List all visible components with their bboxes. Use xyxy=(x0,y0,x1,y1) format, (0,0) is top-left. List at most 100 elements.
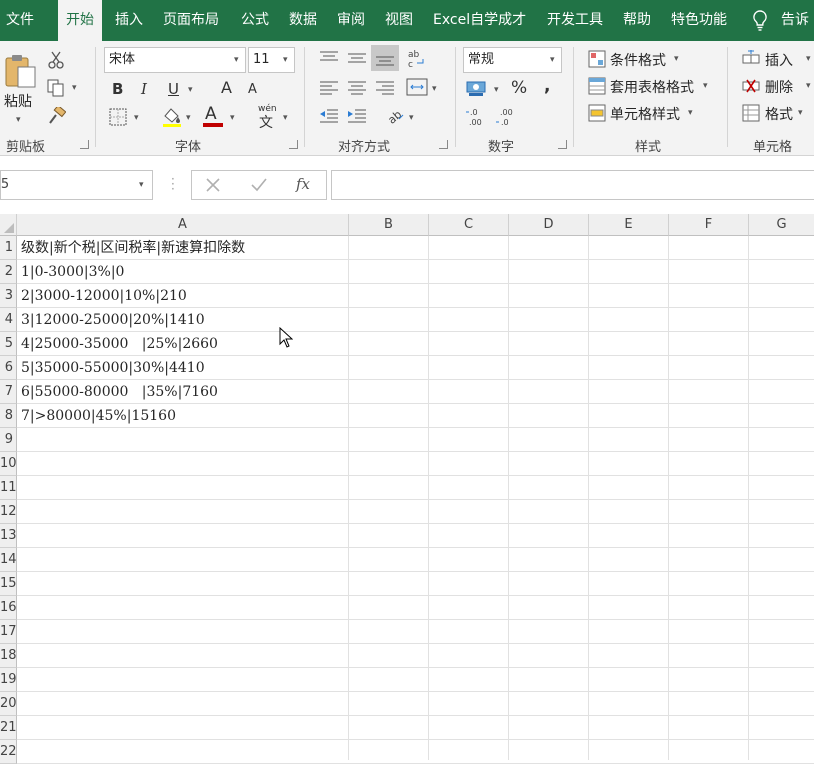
number-format-dropdown-icon[interactable]: ▾ xyxy=(550,55,555,65)
align-left-icon[interactable] xyxy=(319,81,339,99)
row-header[interactable]: 9 xyxy=(0,428,17,452)
row-header[interactable]: 8 xyxy=(0,404,17,428)
grow-font-button[interactable]: A xyxy=(221,79,232,97)
menu-home[interactable]: 开始 xyxy=(58,0,102,41)
insert-cells-button[interactable]: 插入 xyxy=(765,50,793,70)
fill-color-icon[interactable] xyxy=(161,106,183,132)
delete-cells-button[interactable]: 删除 xyxy=(765,77,793,97)
border-dropdown-icon[interactable]: ▾ xyxy=(134,113,139,123)
copy-dropdown-icon[interactable]: ▾ xyxy=(72,83,77,93)
conditional-format-dropdown-icon[interactable]: ▾ xyxy=(674,54,679,64)
cell-styles-button[interactable]: 单元格样式 xyxy=(610,104,680,124)
delete-cells-dropdown-icon[interactable]: ▾ xyxy=(806,81,811,91)
phonetic-label[interactable]: 文 xyxy=(259,114,273,132)
paste-icon[interactable] xyxy=(4,53,38,93)
font-name-dropdown-icon[interactable]: ▾ xyxy=(234,55,239,65)
decrease-indent-icon[interactable] xyxy=(319,108,339,128)
insert-function-button[interactable]: fx xyxy=(296,175,310,193)
delete-cells-icon[interactable] xyxy=(742,77,760,99)
font-color-dropdown-icon[interactable]: ▾ xyxy=(230,113,235,123)
select-all-corner[interactable] xyxy=(0,214,17,236)
merge-dropdown-icon[interactable]: ▾ xyxy=(432,84,437,94)
underline-dropdown-icon[interactable]: ▾ xyxy=(188,85,193,95)
cell-a[interactable]: 2|3000-12000|10%|210 xyxy=(21,284,187,308)
menu-review[interactable]: 审阅 xyxy=(337,0,365,41)
row-header[interactable]: 14 xyxy=(0,548,17,572)
row-header[interactable]: 12 xyxy=(0,500,17,524)
column-header-c[interactable]: C xyxy=(429,214,509,236)
menu-excel-custom[interactable]: Excel自学成才 xyxy=(433,0,526,41)
currency-icon[interactable] xyxy=(466,79,488,101)
cut-icon[interactable] xyxy=(47,51,65,73)
menu-special[interactable]: 特色功能 xyxy=(671,0,727,41)
menu-insert[interactable]: 插入 xyxy=(115,0,143,41)
menu-tell-me[interactable]: 告诉 xyxy=(781,0,809,41)
row-header[interactable]: 10 xyxy=(0,452,17,476)
row-header[interactable]: 6 xyxy=(0,356,17,380)
row-header[interactable]: 20 xyxy=(0,692,17,716)
row-header[interactable]: 17 xyxy=(0,620,17,644)
row-header[interactable]: 2 xyxy=(0,260,17,284)
italic-button[interactable]: I xyxy=(141,80,147,98)
underline-button[interactable]: U xyxy=(168,80,179,98)
align-bottom-icon[interactable] xyxy=(371,45,399,71)
font-size-dropdown-icon[interactable]: ▾ xyxy=(283,55,288,65)
format-cells-icon[interactable] xyxy=(742,104,760,126)
menu-data[interactable]: 数据 xyxy=(289,0,317,41)
paste-dropdown-icon[interactable]: ▾ xyxy=(16,115,21,125)
column-header-e[interactable]: E xyxy=(589,214,669,236)
paste-button[interactable]: 粘贴 xyxy=(4,91,32,111)
border-icon[interactable] xyxy=(109,108,127,130)
menu-developer[interactable]: 开发工具 xyxy=(547,0,603,41)
number-launcher-icon[interactable] xyxy=(558,140,567,149)
align-top-icon[interactable] xyxy=(319,50,339,70)
cell-styles-icon[interactable] xyxy=(588,104,606,126)
format-cells-button[interactable]: 格式 xyxy=(765,104,793,124)
cell-a[interactable]: 5|35000-55000|30%|4410 xyxy=(21,356,205,380)
conditional-format-icon[interactable] xyxy=(588,50,606,72)
shrink-font-button[interactable]: A xyxy=(248,81,257,99)
row-header[interactable]: 11 xyxy=(0,476,17,500)
format-table-icon[interactable] xyxy=(588,77,606,99)
comma-button[interactable]: , xyxy=(544,77,550,95)
font-name-select[interactable]: 宋体 xyxy=(104,47,246,73)
orientation-icon[interactable]: ab xyxy=(385,105,405,129)
name-box-dropdown-icon[interactable]: ▾ xyxy=(139,180,144,190)
cell-styles-dropdown-icon[interactable]: ▾ xyxy=(688,108,693,118)
decrease-decimal-icon[interactable]: .00.0 xyxy=(496,107,518,131)
worksheet-grid[interactable]: A B C D E F G 1 级数|新个税|区间税率|新速算扣除数 2 1|0-30… xyxy=(0,214,814,764)
align-middle-icon[interactable] xyxy=(347,50,367,70)
number-format-select[interactable]: 常规 xyxy=(463,47,562,73)
percent-button[interactable]: % xyxy=(511,79,527,97)
format-painter-icon[interactable] xyxy=(48,104,67,129)
row-header[interactable]: 13 xyxy=(0,524,17,548)
format-cells-dropdown-icon[interactable]: ▾ xyxy=(798,108,803,118)
column-header-b[interactable]: B xyxy=(349,214,429,236)
row-header[interactable]: 16 xyxy=(0,596,17,620)
lightbulb-icon[interactable] xyxy=(752,10,768,36)
cell-a[interactable]: 7|>80000|45%|15160 xyxy=(21,404,176,428)
copy-icon[interactable] xyxy=(47,79,67,101)
cell-a[interactable]: 1|0-3000|3%|0 xyxy=(21,260,124,284)
menu-formulas[interactable]: 公式 xyxy=(241,0,269,41)
increase-indent-icon[interactable] xyxy=(347,108,367,128)
font-color-button[interactable]: A xyxy=(205,105,217,123)
row-header[interactable]: 1 xyxy=(0,236,17,260)
cell-a[interactable]: 级数|新个税|区间税率|新速算扣除数 xyxy=(21,236,245,260)
menu-file[interactable]: 文件 xyxy=(6,0,34,41)
cell-a[interactable]: 4|25000-35000 |25%|2660 xyxy=(21,332,218,356)
align-right-icon[interactable] xyxy=(375,81,395,99)
orientation-dropdown-icon[interactable]: ▾ xyxy=(409,113,414,123)
row-header[interactable]: 3 xyxy=(0,284,17,308)
format-table-dropdown-icon[interactable]: ▾ xyxy=(703,81,708,91)
cancel-icon[interactable] xyxy=(204,177,222,197)
row-header[interactable]: 21 xyxy=(0,716,17,740)
wrap-text-icon[interactable]: ab c xyxy=(407,48,427,74)
enter-icon[interactable] xyxy=(250,177,268,197)
phonetic-label-top[interactable]: wén xyxy=(258,104,277,114)
row-header[interactable]: 7 xyxy=(0,380,17,404)
currency-dropdown-icon[interactable]: ▾ xyxy=(494,85,499,95)
formula-input[interactable] xyxy=(331,170,814,200)
column-header-a[interactable]: A xyxy=(17,214,349,236)
column-header-d[interactable]: D xyxy=(509,214,589,236)
